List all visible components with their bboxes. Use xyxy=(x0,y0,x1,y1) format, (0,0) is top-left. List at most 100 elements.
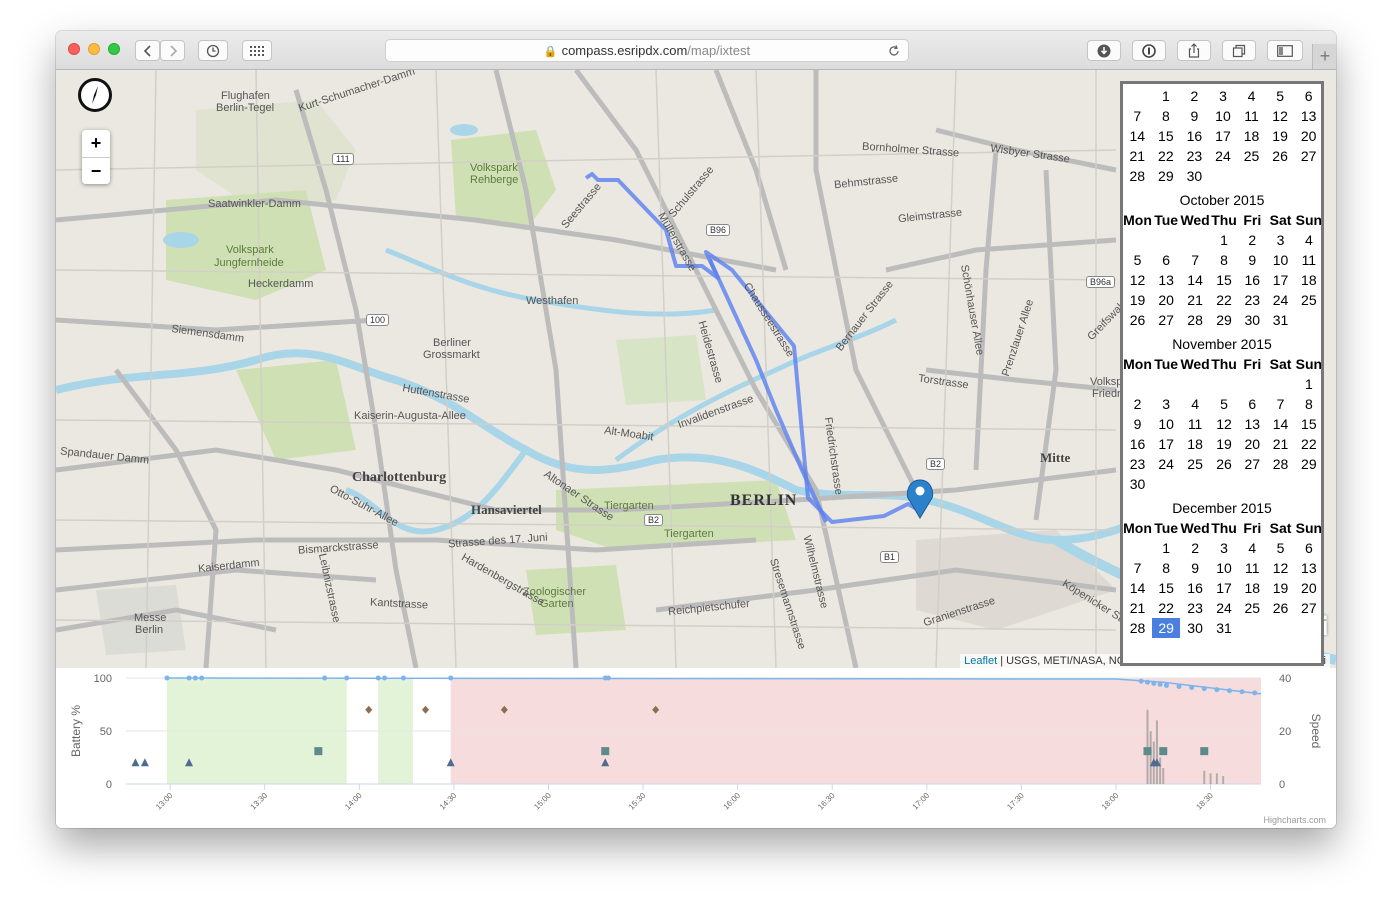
calendar-day[interactable]: 15 xyxy=(1152,126,1181,146)
calendar-day[interactable]: 8 xyxy=(1295,394,1321,414)
calendar-day[interactable]: 10 xyxy=(1209,106,1238,126)
calendar-day[interactable]: 18 xyxy=(1238,578,1266,598)
square-point[interactable] xyxy=(314,747,323,756)
battery-point[interactable] xyxy=(448,675,454,681)
calendar-day[interactable]: 28 xyxy=(1266,454,1294,474)
battery-speed-chart[interactable]: 0 50 100 0 20 40 13:00 13:30 14:00 14:30 15:00 15:3… xyxy=(56,668,1336,828)
calendar-day[interactable]: 29 xyxy=(1295,454,1321,474)
calendar-day[interactable]: 14 xyxy=(1180,270,1210,290)
square-point[interactable] xyxy=(1143,747,1152,756)
calendar-panel[interactable]: 1 2 3 4 5 6 7 8 9 10 11 12 13 14 15 16 17 18 19 20 21 22 23 24 2… xyxy=(1120,81,1324,666)
square-point[interactable] xyxy=(1159,747,1168,756)
speed-bar[interactable] xyxy=(1155,720,1158,784)
calendar-day[interactable]: 9 xyxy=(1180,558,1210,578)
calendar-day[interactable]: 1 xyxy=(1295,374,1321,394)
calendar-day[interactable]: 18 xyxy=(1180,434,1210,454)
calendar-day[interactable]: 4 xyxy=(1295,230,1321,250)
calendar-day[interactable]: 2 xyxy=(1180,86,1209,106)
calendar-day[interactable]: 11 xyxy=(1237,106,1266,126)
calendar-day[interactable]: 7 xyxy=(1123,558,1152,578)
calendar-day[interactable]: 30 xyxy=(1238,310,1266,330)
close-window-button[interactable] xyxy=(68,43,80,55)
back-button[interactable] xyxy=(135,40,160,61)
battery-point[interactable] xyxy=(1145,679,1150,685)
square-point[interactable] xyxy=(601,747,610,756)
calendar-day[interactable]: 23 xyxy=(1180,146,1209,166)
battery-point[interactable] xyxy=(1201,686,1207,692)
calendar-day[interactable]: 9 xyxy=(1123,414,1152,434)
calendar-day[interactable]: 10 xyxy=(1152,414,1180,434)
tabs-overview-button[interactable] xyxy=(1222,40,1256,61)
calendar-day[interactable]: 6 xyxy=(1295,538,1321,558)
calendar-day[interactable]: 3 xyxy=(1266,230,1294,250)
calendar-day[interactable]: 5 xyxy=(1210,394,1238,414)
battery-point[interactable] xyxy=(1151,680,1157,686)
calendar-day[interactable]: 17 xyxy=(1152,434,1180,454)
speed-bar[interactable] xyxy=(1146,709,1149,784)
calendar-day[interactable]: 14 xyxy=(1123,578,1152,598)
calendar-day[interactable]: 21 xyxy=(1266,434,1294,454)
diamond-point[interactable] xyxy=(422,705,430,714)
history-button[interactable] xyxy=(198,40,228,61)
downloads-button[interactable] xyxy=(1087,40,1121,61)
calendar-day[interactable]: 16 xyxy=(1180,126,1209,146)
battery-point[interactable] xyxy=(1189,685,1195,691)
calendar-day[interactable]: 11 xyxy=(1238,558,1266,578)
sidebar-button[interactable] xyxy=(1267,40,1303,61)
calendar-day[interactable]: 25 xyxy=(1295,290,1321,310)
calendar-day[interactable]: 28 xyxy=(1123,618,1152,638)
speed-bar[interactable] xyxy=(1159,757,1162,785)
calendar-day[interactable]: 25 xyxy=(1238,598,1266,618)
zoom-out-button[interactable]: − xyxy=(82,158,110,185)
calendar-day[interactable]: 11 xyxy=(1295,250,1321,270)
calendar-day[interactable]: 17 xyxy=(1209,126,1238,146)
calendar-day[interactable]: 26 xyxy=(1266,598,1294,618)
calendar-day[interactable]: 20 xyxy=(1294,126,1321,146)
calendar-day[interactable]: 29 xyxy=(1152,166,1181,186)
calendar-day[interactable]: 14 xyxy=(1266,414,1294,434)
calendar-day[interactable]: 27 xyxy=(1294,146,1321,166)
battery-point[interactable] xyxy=(1138,678,1144,684)
minimize-window-button[interactable] xyxy=(88,43,100,55)
calendar-day[interactable]: 6 xyxy=(1294,86,1321,106)
calendar-day[interactable]: 10 xyxy=(1266,250,1294,270)
battery-point[interactable] xyxy=(382,675,388,681)
calendar-day[interactable]: 3 xyxy=(1209,86,1238,106)
calendar-day[interactable]: 3 xyxy=(1152,394,1180,414)
calendar-day[interactable]: 23 xyxy=(1123,454,1152,474)
calendar-day[interactable]: 5 xyxy=(1266,86,1295,106)
battery-point[interactable] xyxy=(1226,688,1232,694)
share-button[interactable] xyxy=(1177,40,1211,61)
calendar-day[interactable]: 1 xyxy=(1152,86,1181,106)
calendar-day[interactable]: 30 xyxy=(1180,166,1209,186)
calendar-day[interactable]: 17 xyxy=(1266,270,1294,290)
calendar-day[interactable]: 15 xyxy=(1295,414,1321,434)
calendar-day[interactable]: 25 xyxy=(1180,454,1210,474)
calendar-day[interactable]: 1 xyxy=(1210,230,1238,250)
diamond-point[interactable] xyxy=(365,705,373,714)
address-bar[interactable]: 🔒 compass.esripdx.com/map/ixtest xyxy=(385,39,909,62)
calendar-day[interactable]: 31 xyxy=(1266,310,1294,330)
new-tab-button[interactable]: + xyxy=(1312,44,1336,69)
calendar-day-selected[interactable]: 29 xyxy=(1152,618,1181,638)
calendar-day[interactable]: 2 xyxy=(1123,394,1152,414)
calendar-day[interactable]: 31 xyxy=(1210,618,1238,638)
compass-control[interactable] xyxy=(78,78,112,112)
calendar-day[interactable]: 26 xyxy=(1266,146,1295,166)
calendar-day[interactable]: 26 xyxy=(1210,454,1238,474)
calendar-day[interactable]: 8 xyxy=(1152,106,1181,126)
calendar-day[interactable]: 6 xyxy=(1238,394,1266,414)
calendar-day[interactable]: 23 xyxy=(1180,598,1210,618)
speed-bar[interactable] xyxy=(1222,776,1225,784)
speed-bar[interactable] xyxy=(1149,731,1152,784)
battery-point[interactable] xyxy=(164,675,170,681)
calendar-day[interactable]: 6 xyxy=(1152,250,1180,270)
calendar-day[interactable]: 22 xyxy=(1210,290,1238,310)
calendar-day[interactable]: 19 xyxy=(1123,290,1152,310)
calendar-day[interactable]: 24 xyxy=(1266,290,1294,310)
calendar-day[interactable]: 20 xyxy=(1238,434,1266,454)
calendar-day[interactable]: 25 xyxy=(1237,146,1266,166)
calendar-day[interactable]: 27 xyxy=(1238,454,1266,474)
calendar-day[interactable]: 29 xyxy=(1210,310,1238,330)
calendar-day[interactable]: 20 xyxy=(1295,578,1321,598)
